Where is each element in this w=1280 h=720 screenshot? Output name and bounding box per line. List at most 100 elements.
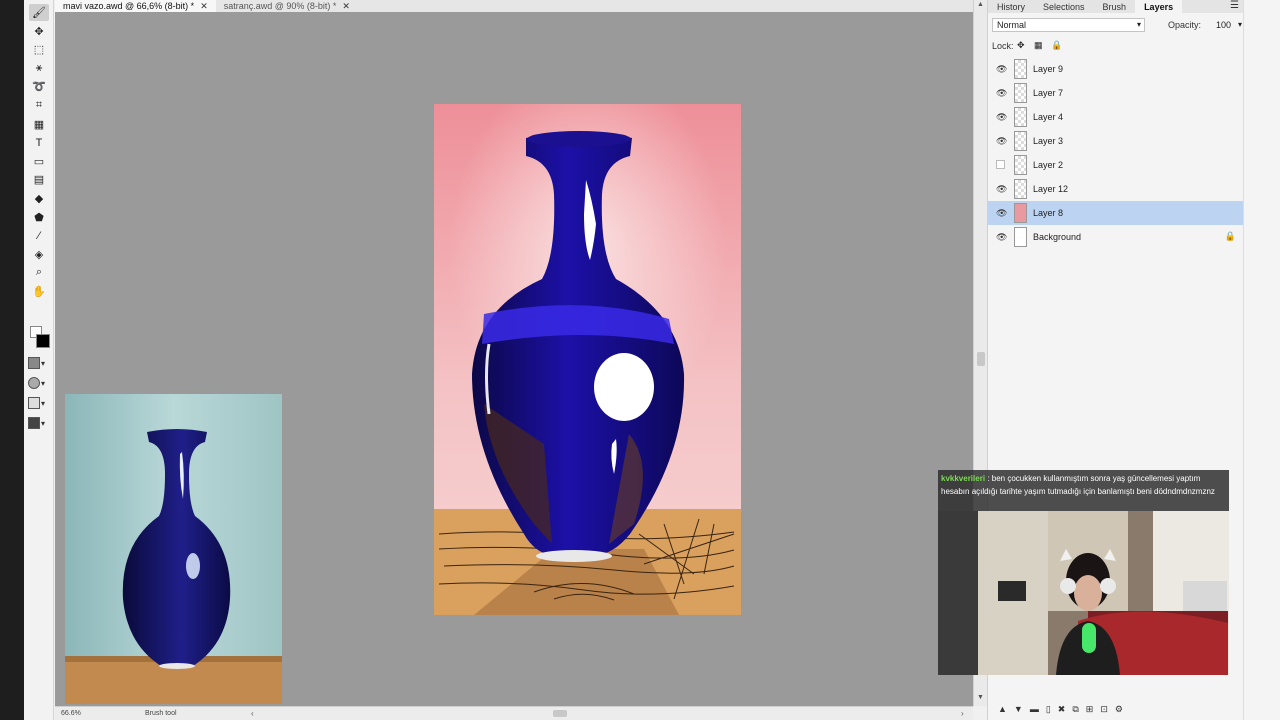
tab-satranc[interactable]: satranç.awd @ 90% (8-bit) * ✕ [216, 0, 358, 12]
active-tool-name: Brush tool [145, 710, 177, 717]
grid-icon[interactable]: ▦ [29, 116, 49, 133]
brush-preset-dropdown[interactable]: ▾ [28, 356, 52, 370]
reference-image[interactable] [65, 394, 282, 704]
layer-name: Layer 9 [1033, 64, 1064, 74]
eye-icon[interactable]: 👁 [996, 88, 1007, 98]
brush-mode-dropdown[interactable]: ▾ [28, 416, 52, 430]
hidden-visibility-icon[interactable] [996, 160, 1005, 169]
layer-row[interactable]: 👁 Layer 9 [988, 57, 1244, 81]
chat-separator: : [987, 474, 990, 483]
eye-icon[interactable]: 👁 [996, 64, 1007, 74]
fill-bucket-icon[interactable]: ◈ [29, 246, 49, 263]
tab-brush[interactable]: Brush [1094, 0, 1136, 13]
rectangle-icon[interactable]: ▭ [29, 153, 49, 170]
layer-thumbnail [1014, 83, 1027, 103]
foreground-color-swatch[interactable] [36, 334, 50, 348]
layer-thumbnail [1014, 179, 1027, 199]
panel-tabs: History Selections Brush Layers [988, 0, 1244, 13]
crop-icon[interactable]: ⌗ [29, 97, 49, 114]
layer-thumbnail [1014, 203, 1027, 223]
move-layer-up-icon[interactable]: ▲ [998, 704, 1007, 718]
artwork-canvas[interactable] [434, 104, 741, 615]
layer-thumbnail [1014, 227, 1027, 247]
layer-thumbnail [1014, 59, 1027, 79]
eyedropper-icon[interactable]: ⁄ [29, 227, 49, 244]
zoom-level[interactable]: 66.6% [61, 710, 81, 717]
merge-layer-icon[interactable]: ⊞ [1086, 704, 1094, 718]
lock-transparency-icon[interactable]: ▦ [1034, 40, 1043, 51]
stamp-icon[interactable]: ⬟ [29, 209, 49, 226]
new-group-icon[interactable]: ▬ [1030, 704, 1039, 718]
close-icon[interactable]: ✕ [200, 1, 208, 12]
brush-texture-icon [28, 397, 40, 409]
eye-icon[interactable]: 👁 [996, 136, 1007, 146]
lock-position-icon[interactable]: ✥ [1017, 40, 1025, 51]
blend-mode-select[interactable]: Normal ▾ [992, 18, 1145, 32]
vertical-scroll-thumb[interactable] [977, 352, 985, 366]
brush-preset-icon [28, 357, 40, 369]
eraser-icon[interactable]: ◆ [29, 190, 49, 207]
scroll-left-icon[interactable]: ‹ [251, 709, 254, 718]
eye-icon[interactable]: 👁 [996, 232, 1007, 242]
tab-history[interactable]: History [988, 0, 1034, 13]
scroll-right-icon[interactable]: › [961, 709, 964, 718]
layer-name: Layer 4 [1033, 112, 1064, 122]
chevron-down-icon: ▾ [41, 418, 46, 428]
eye-icon[interactable]: 👁 [996, 208, 1007, 218]
eye-icon[interactable]: 👁 [996, 184, 1007, 194]
chevron-down-icon: ▾ [1237, 20, 1242, 29]
magic-wand-icon[interactable]: ⚹ [29, 60, 49, 77]
tab-label: mavi vazo.awd @ 66,6% (8-bit) * [63, 1, 195, 11]
layer-thumbnail [1014, 155, 1027, 175]
reference-vase-photo [65, 394, 282, 704]
scroll-down-icon[interactable]: ▼ [977, 694, 984, 701]
brush-texture-dropdown[interactable]: ▾ [28, 396, 52, 410]
canvas-area[interactable] [55, 12, 973, 706]
gradient-icon[interactable]: ▤ [29, 171, 49, 188]
tab-layers[interactable]: Layers [1135, 0, 1183, 13]
delete-layer-icon[interactable]: ✖ [1058, 704, 1066, 718]
panel-menu-icon[interactable]: ☰ [1230, 0, 1239, 11]
blend-mode-value: Normal [997, 20, 1027, 30]
right-edge-strip [1243, 0, 1280, 720]
text-icon[interactable]: T [29, 134, 49, 151]
opacity-label: Opacity: [1168, 20, 1202, 30]
opacity-input[interactable]: 100 ▾ [1216, 18, 1242, 32]
layer-name: Layer 12 [1033, 184, 1069, 194]
brush-dynamics-icon [28, 377, 40, 389]
eye-icon[interactable]: 👁 [996, 112, 1007, 122]
layer-settings-icon[interactable]: ⚙ [1115, 704, 1123, 718]
close-icon[interactable]: ✕ [342, 1, 350, 12]
layer-row[interactable]: 👁 Background 🔒 [988, 225, 1244, 249]
brush-icon[interactable]: 🖌 [29, 4, 49, 21]
scroll-up-icon[interactable]: ▲ [977, 1, 984, 8]
layers-panel-actions: ▲ ▼ ▬ ▯ ✖ ⧉ ⊞ ⊡ ⚙ [988, 704, 1244, 718]
brush-dynamics-dropdown[interactable]: ▾ [28, 376, 52, 390]
layer-row[interactable]: 👁 Layer 4 [988, 105, 1244, 129]
new-layer-icon[interactable]: ▯ [1046, 704, 1051, 718]
horizontal-scroll-thumb[interactable] [553, 710, 567, 717]
zoom-icon[interactable]: ⌕ [29, 264, 49, 281]
layer-row[interactable]: 👁 Layer 12 [988, 177, 1244, 201]
hand-icon[interactable]: ✋ [29, 283, 49, 300]
layer-row[interactable]: 👁 Layer 7 [988, 81, 1244, 105]
layer-row[interactable]: 👁 Layer 3 [988, 129, 1244, 153]
move-layer-down-icon[interactable]: ▼ [1014, 704, 1023, 718]
lasso-icon[interactable]: ➰ [29, 78, 49, 95]
tab-selections[interactable]: Selections [1034, 0, 1094, 13]
duplicate-layer-icon[interactable]: ⧉ [1072, 704, 1078, 718]
layer-row[interactable]: 👁 Layer 8 [988, 201, 1244, 225]
layer-row[interactable]: Layer 2 [988, 153, 1244, 177]
tab-mavi-vazo[interactable]: mavi vazo.awd @ 66,6% (8-bit) * ✕ [55, 0, 216, 12]
lock-icon[interactable]: 🔒 [1225, 231, 1236, 242]
stream-chat-message: kvkkverileri : ben çocukken kullanmıştım… [938, 470, 1229, 511]
lock-all-icon[interactable]: 🔒 [1051, 40, 1062, 51]
layer-effects-icon[interactable]: ⊡ [1100, 704, 1108, 718]
vase-painting [434, 104, 741, 615]
chevron-down-icon: ▾ [41, 358, 46, 368]
status-bar: 66.6% Brush tool ‹ › [55, 706, 973, 720]
move-icon[interactable]: ✥ [29, 23, 49, 40]
marquee-icon[interactable]: ⬚ [29, 41, 49, 58]
layer-name: Layer 3 [1033, 136, 1064, 146]
document-tabs: mavi vazo.awd @ 66,6% (8-bit) * ✕ satran… [55, 0, 973, 12]
